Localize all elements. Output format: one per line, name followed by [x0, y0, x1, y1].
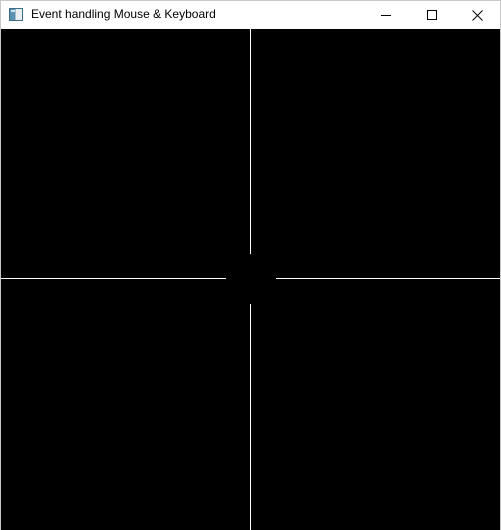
maximize-button[interactable]: [409, 1, 455, 29]
minimize-icon: [381, 15, 391, 16]
minimize-button[interactable]: [363, 1, 409, 29]
app-window: Event handling Mouse & Keyboard: [0, 0, 501, 530]
close-button[interactable]: [454, 1, 500, 29]
drawing-canvas[interactable]: [1, 29, 500, 530]
window-title: Event handling Mouse & Keyboard: [31, 7, 216, 21]
close-icon: [471, 9, 483, 21]
title-bar[interactable]: Event handling Mouse & Keyboard: [1, 1, 500, 29]
app-window-icon[interactable]: [9, 8, 23, 21]
maximize-icon: [427, 10, 437, 20]
center-circle: [226, 254, 276, 304]
